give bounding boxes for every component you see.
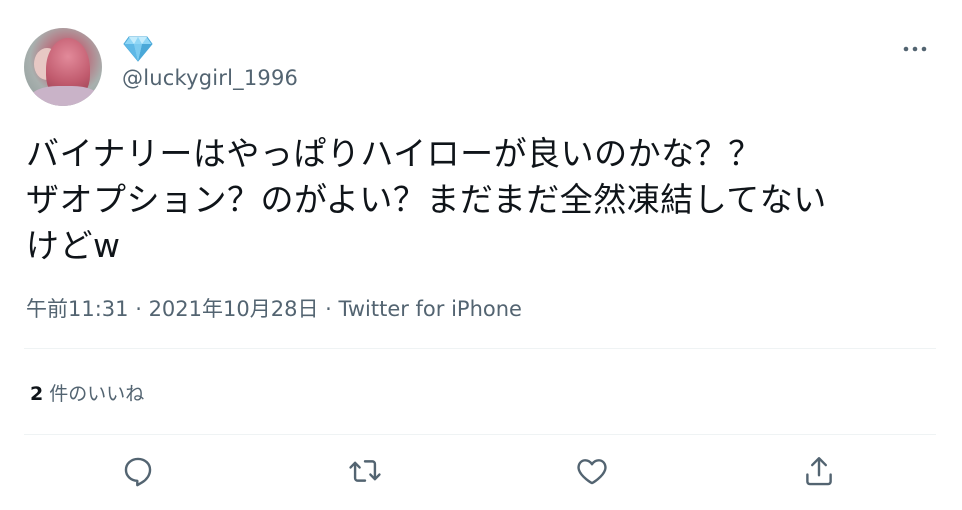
divider	[24, 434, 936, 435]
diamond-icon	[123, 36, 153, 62]
tweet-time[interactable]: 午前11:31	[26, 297, 129, 321]
more-options-icon[interactable]	[903, 46, 927, 52]
share-icon	[806, 457, 832, 486]
reply-icon	[124, 457, 152, 487]
avatar-shoulder	[30, 86, 100, 106]
retweet-button[interactable]	[348, 454, 382, 488]
user-handle[interactable]: @luckygirl_1996	[122, 66, 298, 90]
tweet-meta: 午前11:31 · 2021年10月28日 · Twitter for iPho…	[26, 293, 522, 323]
meta-separator: ·	[128, 297, 149, 321]
likes-number: 2	[30, 383, 44, 405]
tweet-text-line: ザオプション？のがよい？まだまだ全然凍結してない	[26, 180, 827, 219]
tweet-text-line: けどw	[26, 226, 121, 265]
tweet-text: バイナリーはやっぱりハイローが良いのかな？？ ザオプション？のがよい？まだまだ全…	[26, 131, 926, 269]
likes-label: 件のいいね	[49, 383, 145, 405]
heart-icon	[577, 459, 607, 485]
retweet-icon	[349, 460, 381, 482]
share-button[interactable]	[802, 454, 836, 488]
avatar[interactable]	[24, 28, 102, 106]
reply-button[interactable]	[121, 454, 155, 488]
like-button[interactable]	[575, 454, 609, 488]
meta-separator: ·	[318, 297, 339, 321]
divider	[24, 348, 936, 349]
tweet-text-line: バイナリーはやっぱりハイローが良いのかな？？	[26, 134, 762, 173]
tweet-source[interactable]: Twitter for iPhone	[338, 297, 522, 321]
likes-count[interactable]: 2 件のいいね	[30, 379, 144, 406]
tweet-date[interactable]: 2021年10月28日	[149, 297, 319, 321]
tweet-detail: @luckygirl_1996 バイナリーはやっぱりハイローが良いのかな？？ ザ…	[0, 0, 962, 510]
